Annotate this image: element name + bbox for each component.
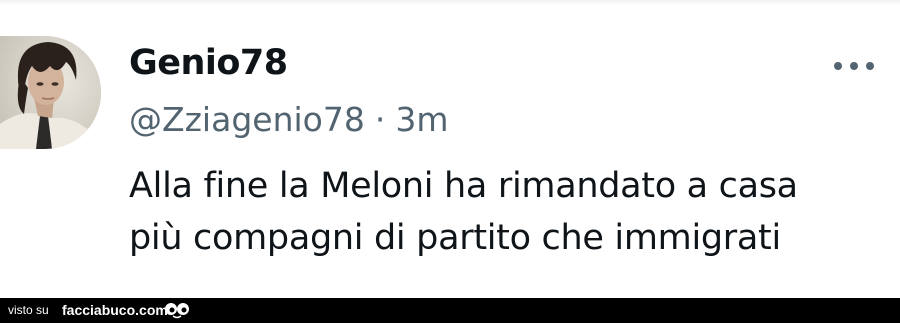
facciabuco-eyes-logo-icon: [165, 303, 189, 319]
author-handle[interactable]: @Zziagenio78: [129, 100, 365, 139]
tweet-text: Alla fine la Meloni ha rimandato a casa …: [129, 160, 889, 264]
top-divider: [0, 0, 900, 5]
meta-separator: ·: [374, 100, 386, 139]
footer-site-name[interactable]: facciabuco.com: [62, 301, 168, 319]
tweet-meta: @Zziagenio78 · 3m: [129, 98, 449, 142]
avatar[interactable]: [0, 36, 101, 149]
tweet-text-line: più compagni di partito che immigrati: [129, 218, 781, 258]
author-name[interactable]: Genio78: [129, 41, 288, 85]
watermark-footer: visto su facciabuco.com: [0, 298, 900, 323]
tweet-screenshot: Genio78 @Zziagenio78 · 3m Alla fine la Mel…: [0, 0, 900, 323]
tweet-time[interactable]: 3m: [395, 100, 448, 139]
profile-photo-icon: [0, 36, 101, 149]
more-horizontal-icon[interactable]: [832, 54, 876, 78]
tweet-text-line: Alla fine la Meloni ha rimandato a casa: [129, 166, 798, 206]
footer-visto-su: visto su: [8, 303, 49, 317]
